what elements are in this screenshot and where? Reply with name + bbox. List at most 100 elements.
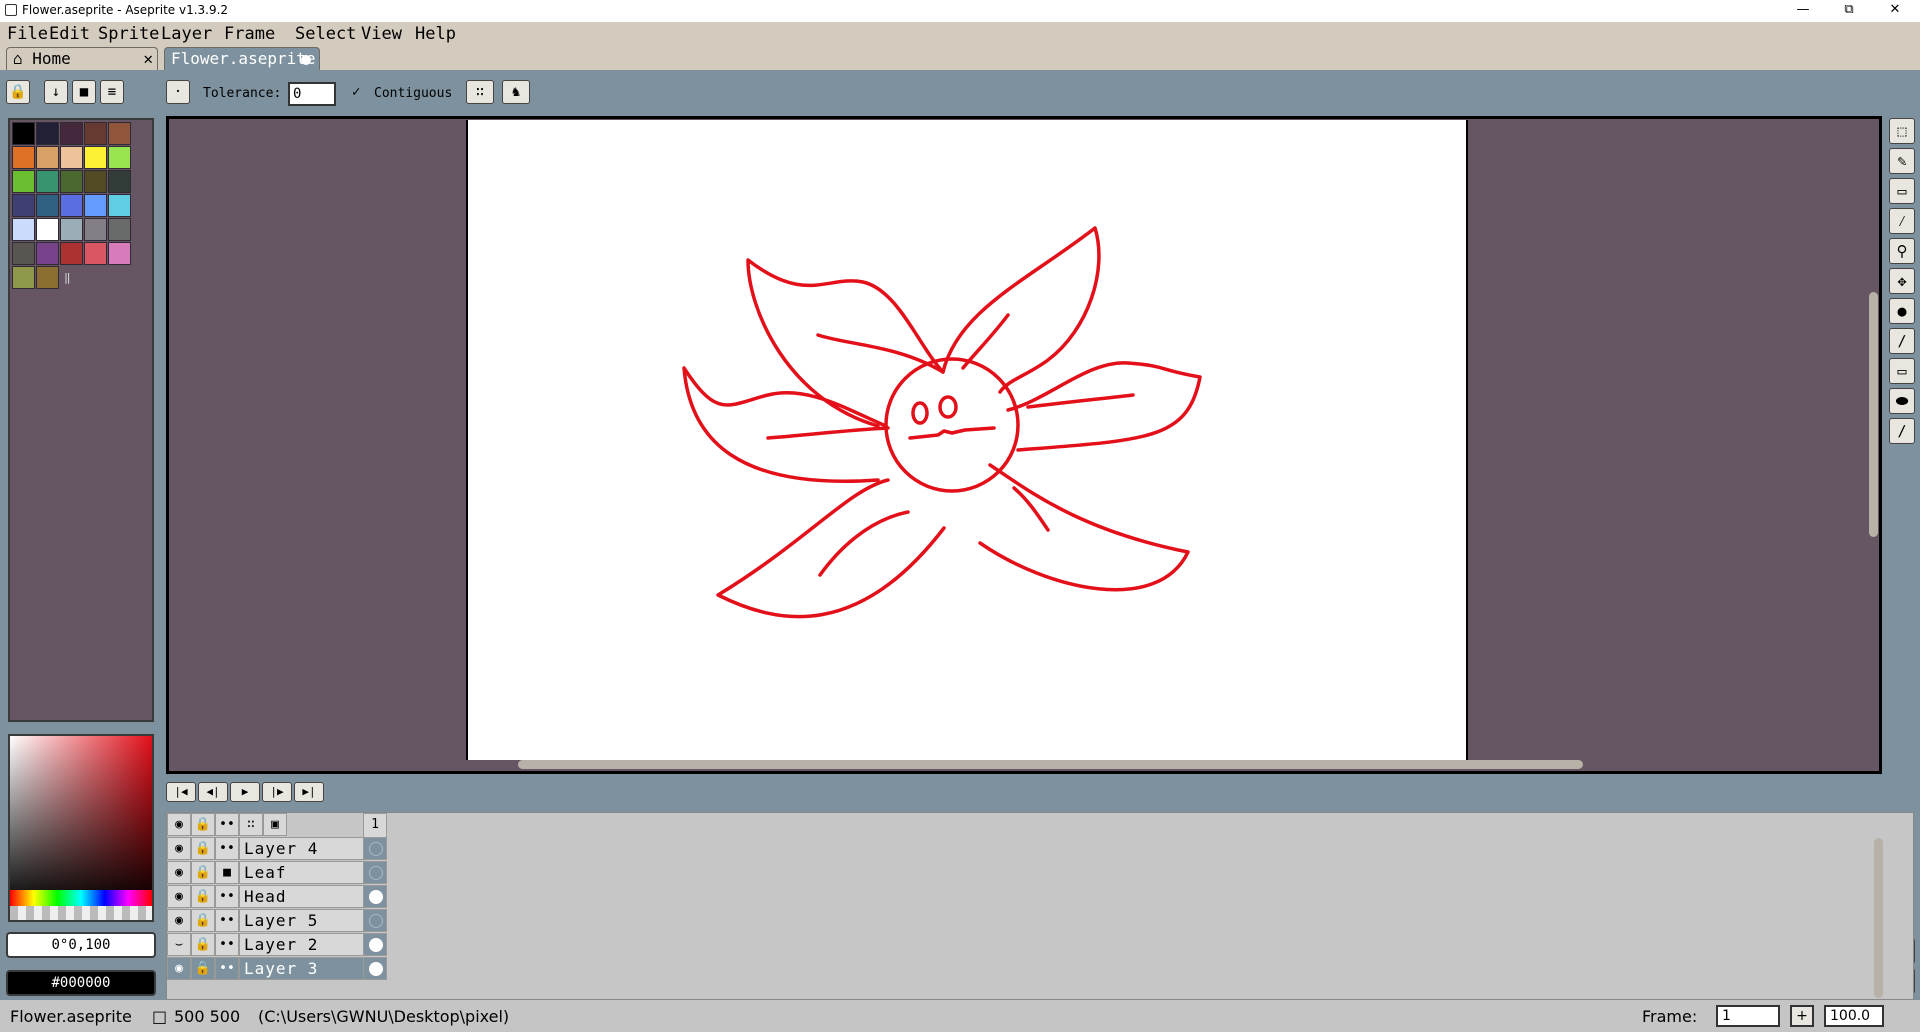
play-icon[interactable]: ▶ [230, 782, 260, 802]
palette-swatch[interactable] [36, 242, 59, 265]
folder-icon[interactable]: ■ [215, 861, 239, 884]
eraser-icon[interactable]: ▭ [1889, 178, 1915, 204]
contiguous-checkbox[interactable]: ✓ [352, 84, 360, 100]
palette-swatch[interactable] [60, 146, 83, 169]
continuous-icon[interactable]: •• [215, 813, 239, 836]
palette-swatch[interactable] [36, 194, 59, 217]
move-icon[interactable]: ✥ [1889, 268, 1915, 294]
layer-row[interactable]: ⌣ 🔒 •• Layer 2 [167, 933, 387, 957]
pixel-connectedness-icon[interactable]: ∷ [466, 80, 494, 104]
color-spectrum[interactable] [8, 734, 154, 910]
last-frame-icon[interactable]: ▶| [294, 782, 324, 802]
palette-swatch[interactable] [60, 194, 83, 217]
layer-row[interactable]: ◉ 🔒 ■ Leaf [167, 861, 387, 885]
zoom-icon[interactable]: ⚲ [1889, 238, 1915, 264]
palette-swatch[interactable] [84, 122, 107, 145]
padlock-icon[interactable]: 🔒 [191, 861, 215, 884]
menu-sprite[interactable]: Sprite [98, 24, 159, 44]
line-icon[interactable]: ∕ [1889, 328, 1915, 354]
stop-square-icon[interactable]: ■ [72, 80, 96, 104]
eye-icon[interactable]: ◉ [167, 861, 191, 884]
close-window-button[interactable]: ✕ [1872, 0, 1918, 22]
cel[interactable] [363, 861, 387, 884]
continuous-icon[interactable]: •• [215, 909, 239, 932]
palette-swatch[interactable] [12, 266, 35, 289]
palette-swatch[interactable] [12, 194, 35, 217]
tab-home[interactable]: ⌂ Home ✕ [6, 47, 158, 70]
cel[interactable] [363, 909, 387, 932]
tolerance-input[interactable]: 0 [288, 82, 336, 106]
menu-file[interactable]: File [7, 24, 48, 44]
palette-resize-handle[interactable]: ‖ [64, 271, 71, 284]
previous-frame-icon[interactable]: ◀| [198, 782, 228, 802]
palette-swatch[interactable] [36, 218, 59, 241]
paint-bucket-icon[interactable]: ● [1889, 298, 1915, 324]
frame-input[interactable]: 1 [1716, 1005, 1780, 1027]
blur-icon[interactable]: ∕ [1889, 418, 1915, 444]
onion-skin-icon[interactable]: ∷ [239, 813, 263, 836]
palette-swatch[interactable] [12, 218, 35, 241]
padlock-icon[interactable]: 🔒 [191, 813, 215, 836]
padlock-icon[interactable]: 🔒 [191, 837, 215, 860]
next-frame-icon[interactable]: |▶ [262, 782, 292, 802]
eye-icon[interactable]: ◉ [167, 909, 191, 932]
palette-swatch[interactable] [108, 242, 131, 265]
maximize-button[interactable]: ⧉ [1826, 0, 1872, 22]
hsv-value-field[interactable]: 0°0,100 [6, 932, 156, 958]
horizontal-scrollbar[interactable] [518, 760, 1583, 769]
palette-swatch[interactable] [36, 170, 59, 193]
palette-swatch[interactable] [12, 146, 35, 169]
cel[interactable] [363, 885, 387, 908]
palette-swatch[interactable] [12, 170, 35, 193]
eye-closed-icon[interactable]: ⌣ [167, 933, 191, 956]
eyedropper-icon[interactable]: ⁄ [1889, 208, 1915, 234]
palette-swatch[interactable] [84, 146, 107, 169]
menu-lines-icon[interactable]: ≡ [100, 80, 124, 104]
palette-swatch[interactable] [108, 122, 131, 145]
contour-icon[interactable]: ⬬ [1889, 388, 1915, 414]
pencil-icon[interactable]: ✎ [1889, 148, 1915, 174]
zoom-input[interactable]: 100.0 [1824, 1005, 1884, 1027]
eye-icon[interactable]: ◉ [167, 885, 191, 908]
menu-frame[interactable]: Frame [224, 24, 275, 44]
padlock-icon[interactable]: 🔒 [191, 909, 215, 932]
continuous-icon[interactable]: •• [215, 837, 239, 860]
palette-swatch[interactable] [108, 194, 131, 217]
ink-icon[interactable]: ♞ [502, 80, 530, 104]
alpha-slider[interactable] [8, 906, 154, 922]
layer-row[interactable]: ◉ 🔒 •• Layer 3 [167, 957, 387, 981]
palette-swatch[interactable] [12, 242, 35, 265]
menu-view[interactable]: View [361, 24, 402, 44]
tab-flower-file[interactable]: Flower.aseprite [164, 47, 320, 70]
cel[interactable] [363, 837, 387, 860]
eye-icon[interactable]: ◉ [167, 957, 191, 980]
menu-edit[interactable]: Edit [49, 24, 90, 44]
timeline-scrollbar[interactable] [1874, 838, 1883, 998]
palette-swatch[interactable] [60, 122, 83, 145]
lock-icon[interactable]: 🔒 [6, 80, 30, 104]
palette-swatch[interactable] [108, 218, 131, 241]
cel[interactable] [363, 933, 387, 956]
continuous-icon[interactable]: •• [215, 933, 239, 956]
palette-swatch[interactable] [60, 218, 83, 241]
rectangle-icon[interactable]: ▭ [1889, 358, 1915, 384]
sprite-canvas[interactable] [466, 120, 1468, 760]
menu-help[interactable]: Help [415, 24, 456, 44]
palette-swatch[interactable] [84, 242, 107, 265]
rectangular-marquee-icon[interactable]: ⬚ [1889, 118, 1915, 144]
continuous-icon[interactable]: •• [215, 885, 239, 908]
brush-size-button[interactable]: · [166, 80, 190, 104]
palette-swatch[interactable] [36, 122, 59, 145]
arrow-down-icon[interactable]: ↓ [44, 80, 68, 104]
layer-row[interactable]: ◉ 🔒 •• Head [167, 885, 387, 909]
eye-icon[interactable]: ◉ [167, 813, 191, 836]
palette-swatch[interactable] [84, 170, 107, 193]
palette-swatch[interactable] [84, 218, 107, 241]
close-tab-button[interactable]: ✕ [143, 48, 153, 69]
palette-swatch[interactable] [84, 194, 107, 217]
eye-icon[interactable]: ◉ [167, 837, 191, 860]
palette-swatch[interactable] [108, 146, 131, 169]
palette-swatch[interactable] [12, 122, 35, 145]
palette-swatch[interactable] [108, 170, 131, 193]
menu-layer[interactable]: Layer [161, 24, 212, 44]
